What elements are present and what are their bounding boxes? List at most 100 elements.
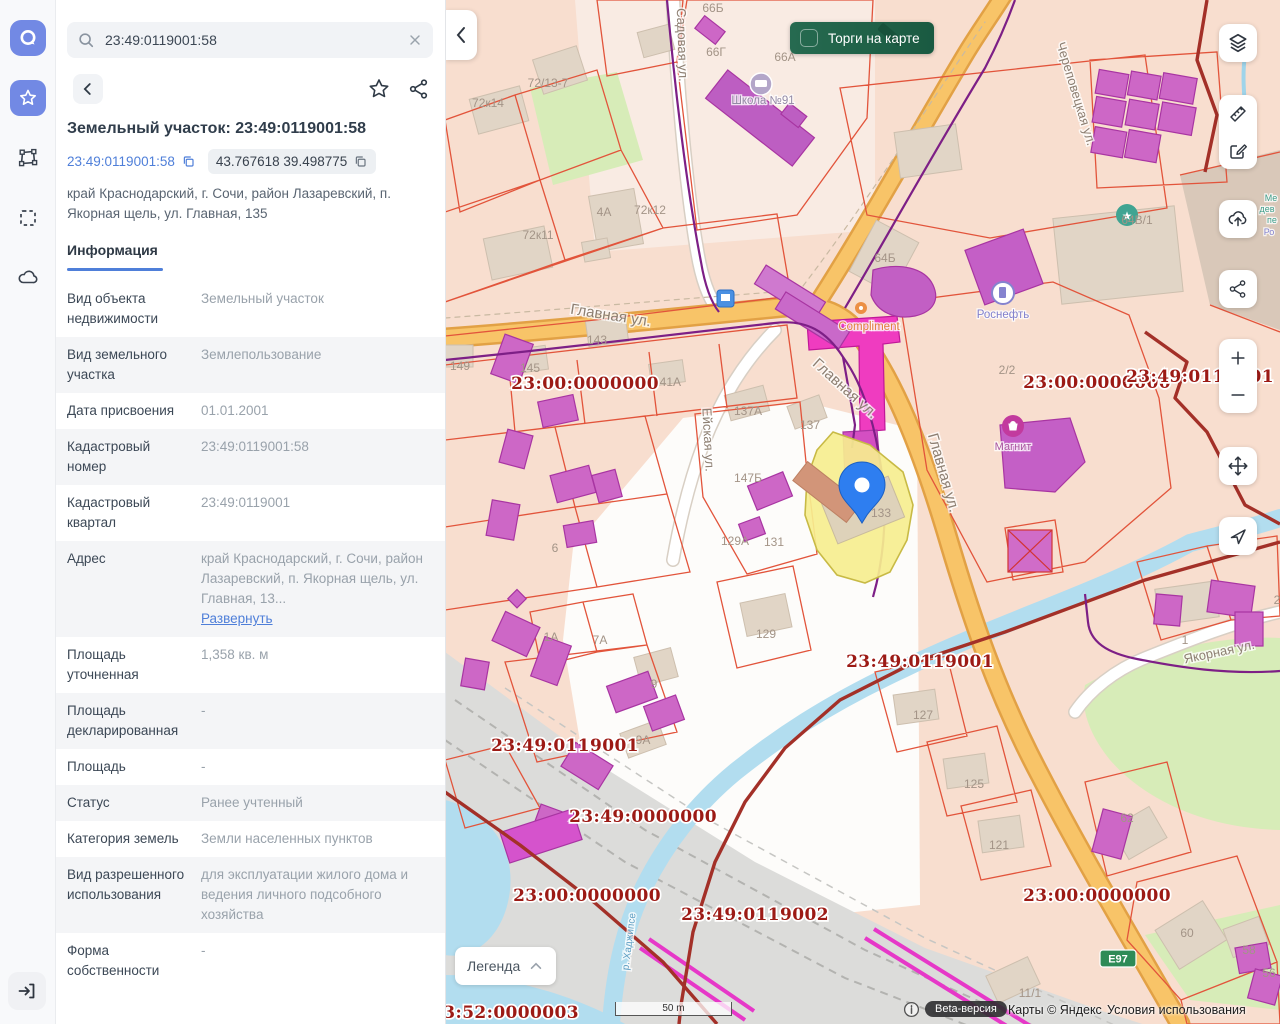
move-icon — [1227, 455, 1249, 477]
ruler-button[interactable] — [1219, 95, 1257, 132]
coordinates-chip[interactable]: 43.767618 39.498775 — [208, 149, 376, 174]
cloud-icon — [16, 266, 40, 290]
info-row-value: Земли населенных пунктов — [201, 829, 433, 849]
layers-button[interactable] — [1219, 24, 1257, 62]
info-row-value: для эксплуатации жилого дома и ведения л… — [201, 865, 433, 925]
cadastral-quarter-label: 23:49:0000000 — [569, 807, 717, 827]
info-row: Адрескрай Краснодарский, г. Сочи, район … — [55, 541, 445, 637]
zoom-control — [1219, 339, 1257, 413]
zoom-out-button[interactable] — [1219, 376, 1257, 413]
ruler-icon — [1228, 104, 1248, 124]
info-row: Кадастровый квартал23:49:0119001 — [55, 485, 445, 541]
favorite-button[interactable] — [365, 75, 393, 103]
tab-information[interactable]: Информация — [67, 242, 158, 268]
draw-button[interactable] — [1219, 132, 1257, 169]
info-row-label: Площадь — [67, 757, 191, 777]
beta-label: Beta-версия — [925, 1001, 1007, 1017]
back-button[interactable] — [73, 74, 103, 104]
parcel-number-label: 6 — [552, 541, 559, 555]
info-row-value: 23:49:0119001 — [201, 493, 433, 533]
search-input[interactable] — [103, 31, 407, 49]
panel-toolbar — [73, 74, 433, 104]
sidebar-item-favorites[interactable] — [10, 80, 46, 116]
parcel-number-label: 7А — [593, 633, 608, 647]
info-row: Площадь уточненная1,358 кв. м — [55, 637, 445, 693]
parcel-number-label: 1А — [544, 630, 559, 644]
poi-label: пе — [1267, 215, 1277, 225]
legend-button[interactable]: Легенда — [455, 947, 556, 985]
cadastral-number-chip[interactable]: 23:49:0119001:58 — [67, 154, 196, 169]
parcel-number-label: 137А — [734, 404, 762, 418]
info-row-label: Адрес — [67, 549, 191, 629]
parcel-number-label: 9 — [651, 677, 658, 691]
app-logo[interactable] — [10, 20, 46, 56]
measure-tools-group — [1219, 95, 1257, 169]
auctions-checkbox[interactable] — [800, 29, 818, 47]
auctions-toggle[interactable]: Торги на карте — [790, 22, 934, 54]
parcel-number-label: 127 — [913, 708, 933, 722]
share-button[interactable] — [405, 75, 433, 103]
map-canvas[interactable]: ★ E97 66Б66Г66А72/13-772к1472к124А72к116… — [445, 0, 1280, 1024]
info-row: Вид разрешенного использованиядля эксплу… — [55, 857, 445, 933]
info-row-label: Площадь уточненная — [67, 645, 191, 685]
map-attribution[interactable]: Карты © Яндекс — [1008, 1003, 1102, 1017]
copy-coordinates-icon[interactable] — [353, 154, 368, 169]
poi-label: Ме — [1265, 193, 1278, 203]
object-panel: Земельный участок: 23:49:0119001:58 23:4… — [55, 0, 446, 1024]
parcel-number-label: 72к12 — [634, 203, 666, 217]
terms-link[interactable]: Условия использования — [1107, 1003, 1246, 1017]
coordinates-text: 43.767618 39.498775 — [216, 154, 347, 169]
sidebar-item-cloud[interactable] — [10, 260, 46, 296]
poi-label: Магнит — [995, 441, 1032, 453]
poi-label: Роснефть — [977, 309, 1030, 321]
route-badge: E97 — [1100, 950, 1136, 967]
parcel-number-label: 131 — [764, 535, 784, 549]
legend-label: Легенда — [467, 958, 520, 974]
info-row: Площадь- — [55, 749, 445, 785]
collapse-panel-button[interactable] — [445, 10, 477, 60]
chips-row: 23:49:0119001:58 43.767618 39.498775 — [67, 149, 433, 174]
info-row-label: Статус — [67, 793, 191, 813]
parcel-number-label: 64В/1 — [1121, 213, 1153, 227]
copy-cadastral-icon[interactable] — [181, 154, 196, 169]
info-row: Площадь декларированная- — [55, 693, 445, 749]
expand-address-link[interactable]: Развернуть — [201, 611, 273, 626]
dashed-square-icon — [17, 207, 39, 229]
locate-me-button[interactable] — [1219, 517, 1257, 555]
pan-button[interactable] — [1219, 447, 1257, 485]
zoom-in-button[interactable] — [1219, 339, 1257, 376]
info-row-label: Вид разрешенного использования — [67, 865, 191, 925]
plus-icon — [1229, 349, 1247, 367]
info-row-value: - — [201, 701, 433, 741]
parcel-number-label: 72к11 — [522, 228, 553, 242]
share-map-button[interactable] — [1219, 270, 1257, 308]
parcel-number-label: 60 — [1180, 926, 1194, 940]
app-logo-icon — [17, 27, 39, 49]
info-row-label: Кадастровый квартал — [67, 493, 191, 533]
upload-button[interactable] — [1219, 200, 1257, 238]
sidebar-item-polygon-select[interactable] — [10, 140, 46, 176]
info-row-value: Землепользование — [201, 345, 433, 385]
parcel-number-label: 11/1 — [1019, 986, 1042, 1000]
edit-icon — [1228, 141, 1248, 161]
info-row-value: - — [201, 941, 433, 981]
chevron-up-icon — [528, 958, 544, 974]
icon-rail — [0, 0, 56, 1024]
clear-search-icon[interactable] — [407, 32, 423, 48]
parcel-number-label: 56 — [1262, 966, 1276, 980]
info-row: СтатусРанее учтенный — [55, 785, 445, 821]
exit-button[interactable] — [8, 972, 46, 1010]
cadastral-quarter-label: 23:52:0000003 — [445, 1003, 579, 1023]
cadastral-quarter-label: 23:00:0000000 — [513, 886, 661, 906]
sidebar-item-area-select[interactable] — [10, 200, 46, 236]
parcel-number-label: 121 — [989, 838, 1009, 852]
parcel-number-label: 62 — [1120, 811, 1134, 825]
info-badge[interactable] — [903, 1001, 920, 1018]
share-icon — [1227, 278, 1249, 300]
info-row: Вид земельного участкаЗемлепользование — [55, 337, 445, 393]
info-icon — [903, 1001, 920, 1018]
upload-cloud-icon — [1226, 207, 1250, 231]
exit-icon — [16, 980, 38, 1002]
info-row: Вид объекта недвижимостиЗемельный участо… — [55, 281, 445, 337]
auctions-toggle-label: Торги на карте — [828, 31, 920, 46]
